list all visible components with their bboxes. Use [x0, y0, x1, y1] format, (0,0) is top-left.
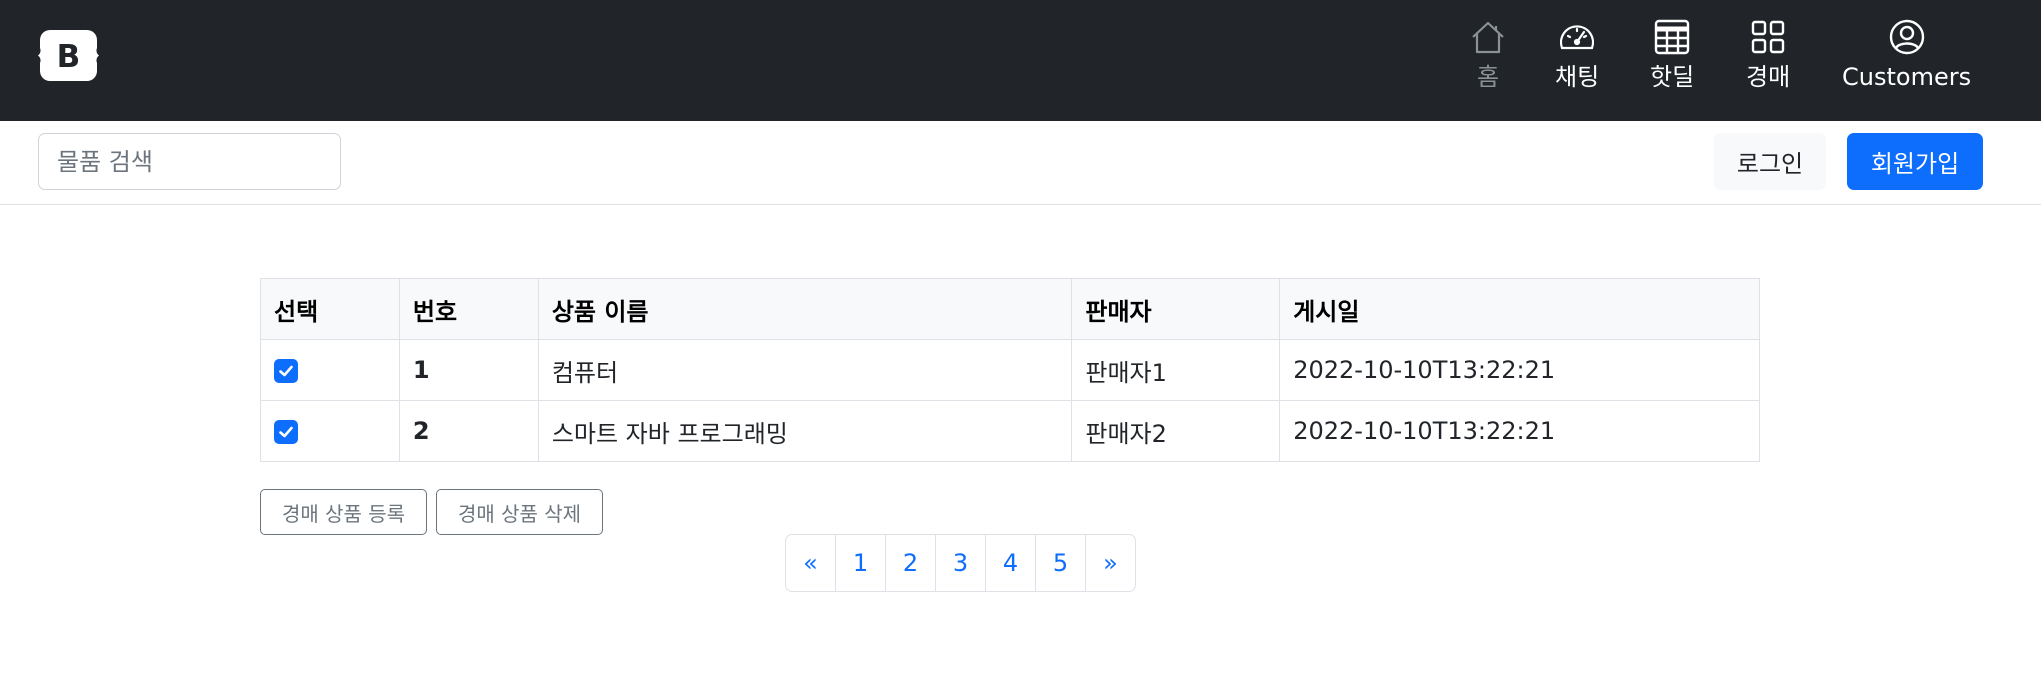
- table-row: 2 스마트 자바 프로그래밍 판매자2 2022-10-10T13:22:21: [260, 400, 1760, 462]
- pagination-prev[interactable]: «: [785, 534, 836, 592]
- header-number: 번호: [398, 278, 539, 340]
- table-icon: [1654, 19, 1690, 55]
- select-cell: [260, 339, 400, 401]
- pagination-page-5[interactable]: 5: [1035, 534, 1086, 592]
- nav-label-chat: 채팅: [1555, 63, 1600, 91]
- subheader: 로그인 회원가입: [0, 121, 2041, 205]
- header-select: 선택: [260, 278, 400, 340]
- speedometer-icon: [1559, 25, 1595, 50]
- pagination-page-2[interactable]: 2: [885, 534, 936, 592]
- row-product-name: 스마트 자바 프로그래밍: [537, 400, 1073, 462]
- nav-item-home[interactable]: 홈: [1469, 18, 1507, 92]
- pagination-next[interactable]: »: [1085, 534, 1136, 592]
- table-row: 1 컴퓨터 판매자1 2022-10-10T13:22:21: [260, 339, 1760, 401]
- row-seller: 판매자1: [1071, 339, 1281, 401]
- select-cell: [260, 400, 400, 462]
- auction-table: 선택 번호 상품 이름 판매자 게시일 1 컴퓨터 판매자1 2022-10-1…: [260, 278, 1760, 462]
- house-icon: [1472, 21, 1504, 54]
- search-input[interactable]: [38, 133, 341, 190]
- check-icon: [279, 365, 293, 377]
- row-date: 2022-10-10T13:22:21: [1279, 339, 1760, 401]
- pagination: « 1 2 3 4 5 »: [785, 534, 1136, 592]
- grid-icon: [1751, 20, 1785, 54]
- check-icon: [279, 426, 293, 438]
- row-seller: 판매자2: [1071, 400, 1281, 462]
- nav-label-customers: Customers: [1842, 63, 1972, 91]
- row-number: 2: [398, 400, 539, 462]
- row-checkbox[interactable]: [274, 359, 298, 383]
- nav-label-hotdeal: 핫딜: [1650, 63, 1695, 91]
- header-seller: 판매자: [1071, 278, 1281, 340]
- login-button[interactable]: 로그인: [1714, 133, 1826, 190]
- pagination-page-3[interactable]: 3: [935, 534, 986, 592]
- auction-table-container: 선택 번호 상품 이름 판매자 게시일 1 컴퓨터 판매자1 2022-10-1…: [260, 278, 1760, 462]
- row-checkbox[interactable]: [274, 420, 298, 444]
- delete-auction-item-button[interactable]: 경매 상품 삭제: [436, 489, 603, 535]
- header-product-name: 상품 이름: [537, 278, 1073, 340]
- nav-label-auction: 경매: [1746, 63, 1791, 91]
- nav-item-chat[interactable]: 채팅: [1555, 18, 1599, 92]
- nav-item-hotdeal[interactable]: 핫딜: [1650, 18, 1694, 92]
- header-posted-date: 게시일: [1279, 278, 1760, 340]
- bootstrap-logo-icon[interactable]: B: [38, 30, 99, 81]
- nav-item-customers[interactable]: Customers: [1842, 18, 1971, 92]
- signup-button[interactable]: 회원가입: [1847, 133, 1983, 190]
- row-date: 2022-10-10T13:22:21: [1279, 400, 1760, 462]
- svg-text:B: B: [57, 39, 81, 75]
- register-auction-item-button[interactable]: 경매 상품 등록: [260, 489, 427, 535]
- top-navbar: B 홈 채팅 핫딜 경매 Customers: [0, 0, 2041, 121]
- pagination-page-4[interactable]: 4: [985, 534, 1036, 592]
- pagination-page-1[interactable]: 1: [835, 534, 886, 592]
- person-circle-icon: [1889, 19, 1924, 55]
- row-number: 1: [398, 339, 539, 401]
- table-header-row: 선택 번호 상품 이름 판매자 게시일: [260, 278, 1760, 340]
- row-product-name: 컴퓨터: [537, 339, 1073, 401]
- nav-label-home: 홈: [1476, 63, 1500, 91]
- nav-item-auction[interactable]: 경매: [1746, 18, 1790, 92]
